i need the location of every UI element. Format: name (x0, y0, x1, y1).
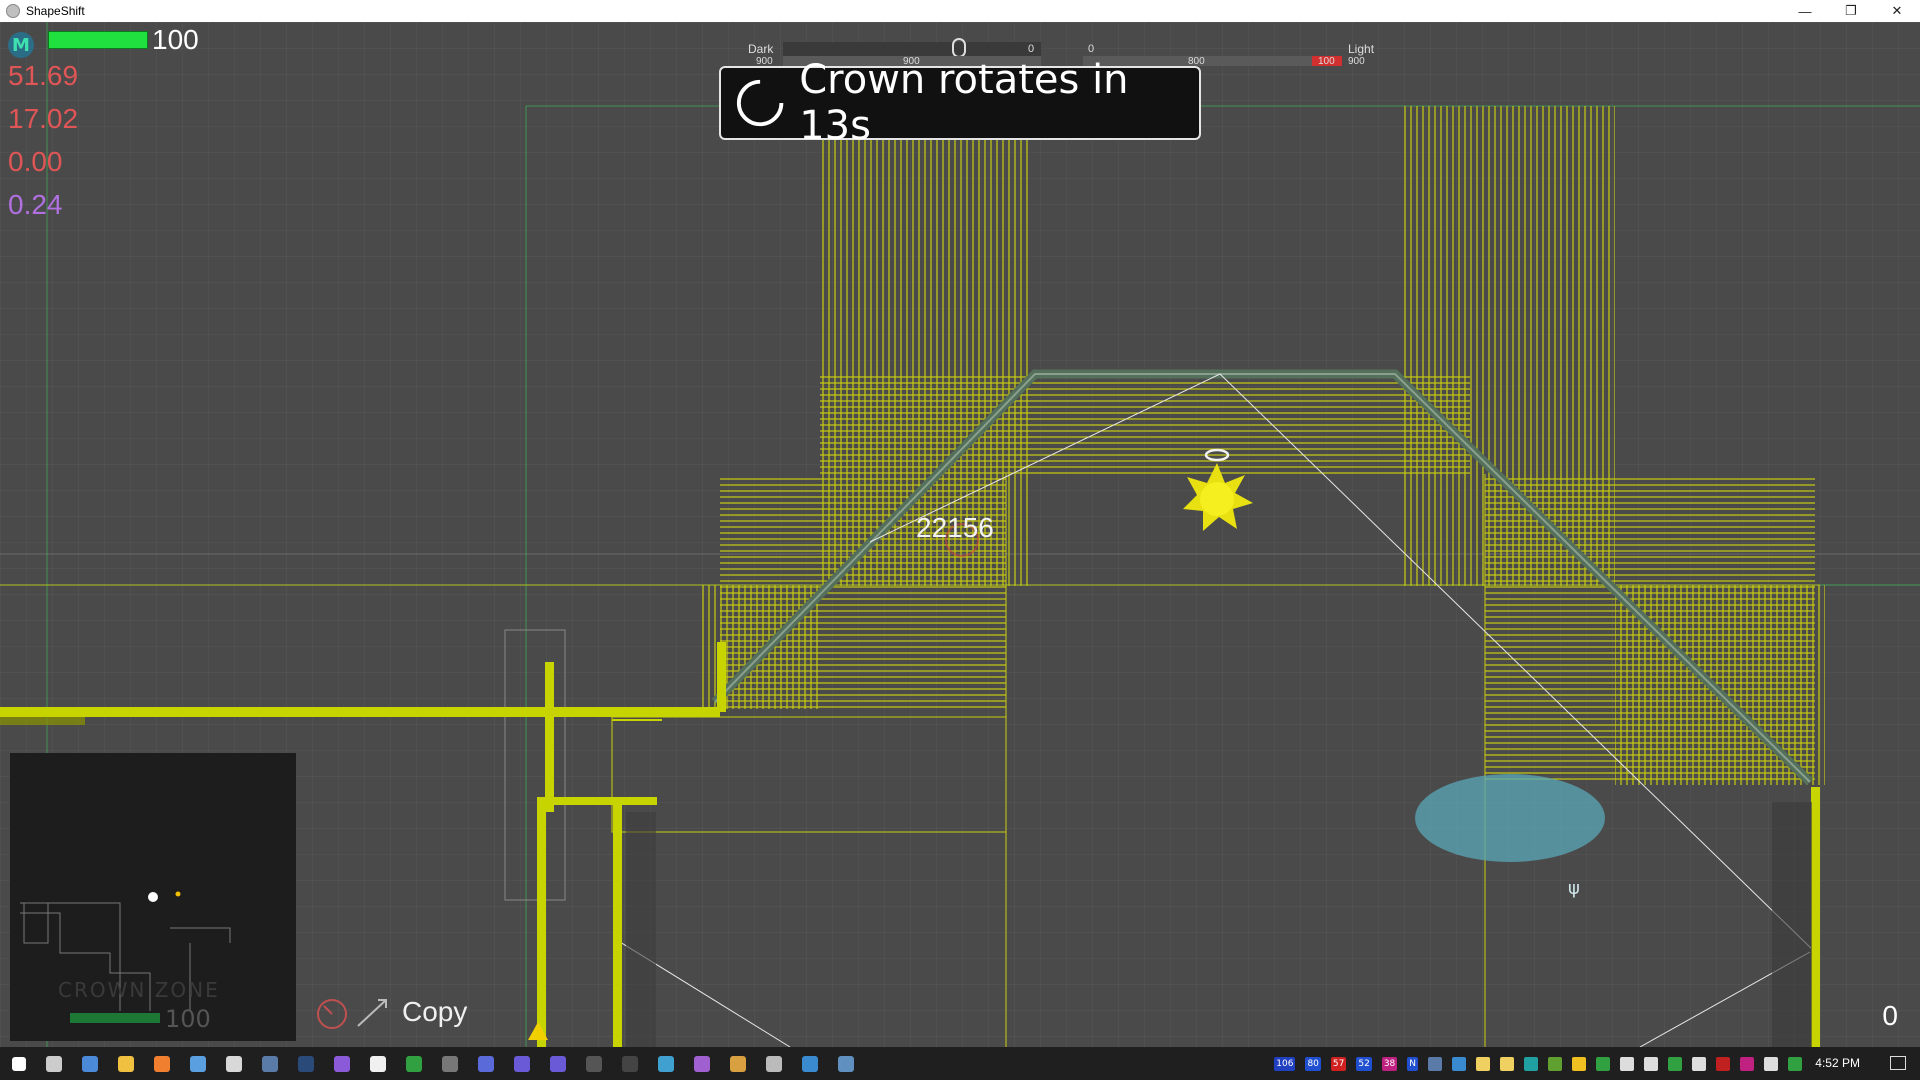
striped-ceiling (820, 374, 1470, 474)
tray-icon-9[interactable] (1644, 1056, 1658, 1071)
discord-icon[interactable] (478, 1055, 494, 1072)
light-label: Light (1348, 42, 1375, 56)
app-icon-3[interactable] (262, 1055, 278, 1072)
tray-icon-13[interactable] (1788, 1056, 1802, 1071)
app-icon-9[interactable] (586, 1055, 602, 1072)
health-value: 100 (152, 24, 199, 55)
notification-icon[interactable] (1890, 1056, 1906, 1070)
minimap-player-dot (148, 892, 158, 902)
task-view-icon[interactable] (46, 1055, 62, 1072)
minimap-health-value: 100 (165, 1005, 211, 1033)
dark-bar (783, 42, 1041, 56)
crown-timer-banner: Crown rotates in 13s (719, 57, 1201, 149)
stat-2: 17.02 (8, 103, 79, 134)
stat-1: 51.69 (8, 60, 79, 91)
stopwatch-icon (317, 999, 347, 1029)
tray-badge-1[interactable]: 106 (1274, 1056, 1296, 1071)
app-icon-14[interactable] (766, 1055, 782, 1072)
app-icon-5[interactable] (406, 1055, 422, 1072)
copy-label: Copy (402, 996, 468, 1027)
system-tray: 106 80 57 52 38 N (1269, 1047, 1872, 1080)
minimize-button[interactable]: — (1782, 0, 1828, 22)
health-bar (48, 31, 148, 49)
file-explorer-icon[interactable] (118, 1055, 134, 1072)
light-bar-label-3: 900 (1348, 56, 1365, 67)
copy-ability: Copy (312, 992, 467, 1032)
app-icon-12[interactable] (694, 1055, 710, 1072)
tray-icon-6[interactable] (1548, 1056, 1562, 1071)
browser-icon[interactable] (82, 1055, 98, 1072)
tray-badge-4[interactable]: 52 (1356, 1056, 1372, 1071)
tray-icon-10[interactable] (1668, 1056, 1682, 1071)
speaker-icon[interactable] (1692, 1056, 1706, 1071)
restore-button[interactable]: ❐ (1828, 0, 1874, 22)
media-icon[interactable] (154, 1055, 170, 1072)
tray-icon-5[interactable] (1524, 1056, 1538, 1071)
tray-icon-4[interactable] (1500, 1056, 1514, 1071)
game-viewport[interactable]: ψ M 100 51.69 17.02 0.00 0.24 Dark 0 0 L… (0, 22, 1920, 1047)
app-icon-7[interactable] (514, 1055, 530, 1072)
app-icon-13[interactable] (730, 1055, 746, 1072)
network-icon[interactable] (1764, 1056, 1778, 1071)
tray-badge-6[interactable]: N (1407, 1056, 1418, 1071)
taskbar: 106 80 57 52 38 N 4:52 PM (0, 1047, 1920, 1080)
app-icon-11[interactable] (658, 1055, 674, 1072)
steam-icon[interactable] (298, 1055, 314, 1072)
app-icon-15[interactable] (802, 1055, 818, 1072)
app-icon-6[interactable] (442, 1055, 458, 1072)
pipe-vertical-2 (537, 802, 546, 1047)
tray-icon-1[interactable] (1428, 1056, 1442, 1071)
minimap-crown-dot (175, 891, 181, 897)
minimap-zone-label: CROWN ZONE (58, 978, 220, 1002)
app-icon (6, 4, 20, 18)
player-avatar-icon: M (8, 32, 34, 58)
app-icon-2[interactable] (226, 1055, 242, 1072)
app-icon-10[interactable] (622, 1055, 638, 1072)
tray-icon-3[interactable] (1476, 1056, 1490, 1071)
clock[interactable]: 4:52 PM (1815, 1047, 1860, 1080)
light-bar-label-2: 100 (1318, 56, 1335, 67)
pipe-vertical-1 (545, 662, 554, 812)
tray-icon-2[interactable] (1452, 1056, 1466, 1071)
dark-value: 0 (1028, 43, 1035, 55)
star-icon[interactable] (1572, 1056, 1586, 1071)
balance-knob (952, 38, 966, 58)
banner-text: Crown rotates in 13s (799, 57, 1129, 149)
minimap: CROWN ZONE 100 (10, 753, 296, 1041)
start-button-icon[interactable] (12, 1056, 26, 1071)
tray-icon-7[interactable] (1596, 1056, 1610, 1071)
tray-badge-3[interactable]: 57 (1330, 1056, 1347, 1071)
app-icon-4[interactable] (370, 1055, 386, 1072)
loading-spinner-icon (736, 79, 784, 127)
corner-counter: 0 (1882, 1000, 1898, 1031)
stat-3: 0.00 (8, 146, 63, 177)
stat-4: 0.24 (8, 189, 63, 220)
light-value: 0 (1088, 43, 1095, 55)
pipe-vertical-4 (1811, 787, 1820, 1047)
copy-arrow-icon (357, 999, 387, 1027)
tray-icon-11[interactable] (1716, 1056, 1730, 1071)
pipe-vertical-3 (613, 802, 622, 1047)
dark-label: Dark (748, 42, 774, 56)
window-titlebar: ShapeShift — ❐ ✕ (0, 0, 1920, 22)
tray-badge-5[interactable]: 38 (1381, 1056, 1398, 1071)
tray-icon-12[interactable] (1740, 1056, 1754, 1071)
water-puddle (1415, 774, 1605, 862)
window-title: ShapeShift (26, 4, 85, 18)
tray-badge-2[interactable]: 80 (1305, 1056, 1321, 1071)
svg-text:ψ: ψ (1568, 878, 1580, 899)
app-icon-8[interactable] (550, 1055, 566, 1072)
pipe-horizontal (0, 707, 720, 717)
app-icon-16[interactable] (838, 1055, 854, 1072)
floating-score: 22156 (916, 512, 994, 543)
close-button[interactable]: ✕ (1874, 0, 1920, 22)
app-icon-1[interactable] (190, 1055, 206, 1072)
visual-studio-icon[interactable] (334, 1055, 350, 1072)
tray-icon-8[interactable] (1620, 1056, 1634, 1071)
